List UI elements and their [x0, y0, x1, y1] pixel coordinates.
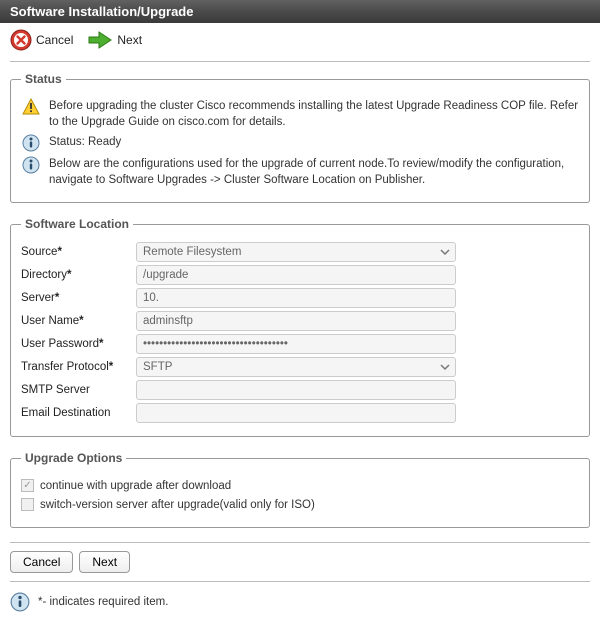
server-input[interactable] — [136, 288, 456, 308]
switch-version-checkbox[interactable] — [21, 498, 34, 511]
info-icon — [21, 156, 41, 174]
page-title: Software Installation/Upgrade — [0, 0, 600, 23]
source-select[interactable] — [136, 242, 456, 262]
directory-label: Directory — [21, 269, 136, 281]
directory-input[interactable] — [136, 265, 456, 285]
username-label: User Name — [21, 315, 136, 327]
divider — [10, 61, 590, 62]
divider — [10, 581, 590, 582]
source-label: Source — [21, 246, 136, 258]
status-ready-row: Status: Ready — [21, 134, 579, 152]
server-label: Server — [21, 292, 136, 304]
continue-checkbox[interactable]: ✓ — [21, 479, 34, 492]
smtp-input[interactable] — [136, 380, 456, 400]
status-warning-row: Before upgrading the cluster Cisco recom… — [21, 98, 579, 130]
status-legend: Status — [21, 72, 66, 86]
next-arrow-icon — [87, 29, 113, 51]
smtp-label: SMTP Server — [21, 384, 136, 396]
cancel-button[interactable]: Cancel — [10, 29, 73, 51]
footnote-text: *- indicates required item. — [38, 596, 168, 608]
continue-label: continue with upgrade after download — [40, 480, 231, 492]
cancel-icon — [10, 29, 32, 51]
footnote-row: *- indicates required item. — [10, 592, 590, 612]
switch-version-label: switch-version server after upgrade(vali… — [40, 499, 315, 511]
next-button[interactable]: Next — [87, 29, 142, 51]
protocol-select[interactable] — [136, 357, 456, 377]
email-input[interactable] — [136, 403, 456, 423]
cancel-button[interactable]: Cancel — [10, 551, 73, 573]
status-warning-text: Before upgrading the cluster Cisco recom… — [49, 98, 579, 130]
protocol-label: Transfer Protocol — [21, 361, 136, 373]
bottom-button-row: Cancel Next — [10, 551, 590, 573]
upgrade-options-group: Upgrade Options ✓ continue with upgrade … — [10, 451, 590, 528]
cancel-label: Cancel — [36, 33, 73, 47]
next-label: Next — [117, 33, 142, 47]
warning-icon — [21, 98, 41, 116]
email-label: Email Destination — [21, 407, 136, 419]
password-label: User Password — [21, 338, 136, 350]
status-ready-text: Status: Ready — [49, 134, 121, 150]
upgrade-options-legend: Upgrade Options — [21, 451, 126, 465]
username-input[interactable] — [136, 311, 456, 331]
status-group: Status Before upgrading the cluster Cisc… — [10, 72, 590, 203]
toolbar: Cancel Next — [0, 23, 600, 57]
info-icon — [10, 592, 30, 612]
divider — [10, 542, 590, 543]
status-info-row: Below are the configurations used for th… — [21, 156, 579, 188]
software-location-group: Software Location Source Directory Serve… — [10, 217, 590, 437]
password-input[interactable] — [136, 334, 456, 354]
software-location-legend: Software Location — [21, 217, 133, 231]
info-icon — [21, 134, 41, 152]
next-button[interactable]: Next — [79, 551, 130, 573]
status-info-text: Below are the configurations used for th… — [49, 156, 579, 188]
